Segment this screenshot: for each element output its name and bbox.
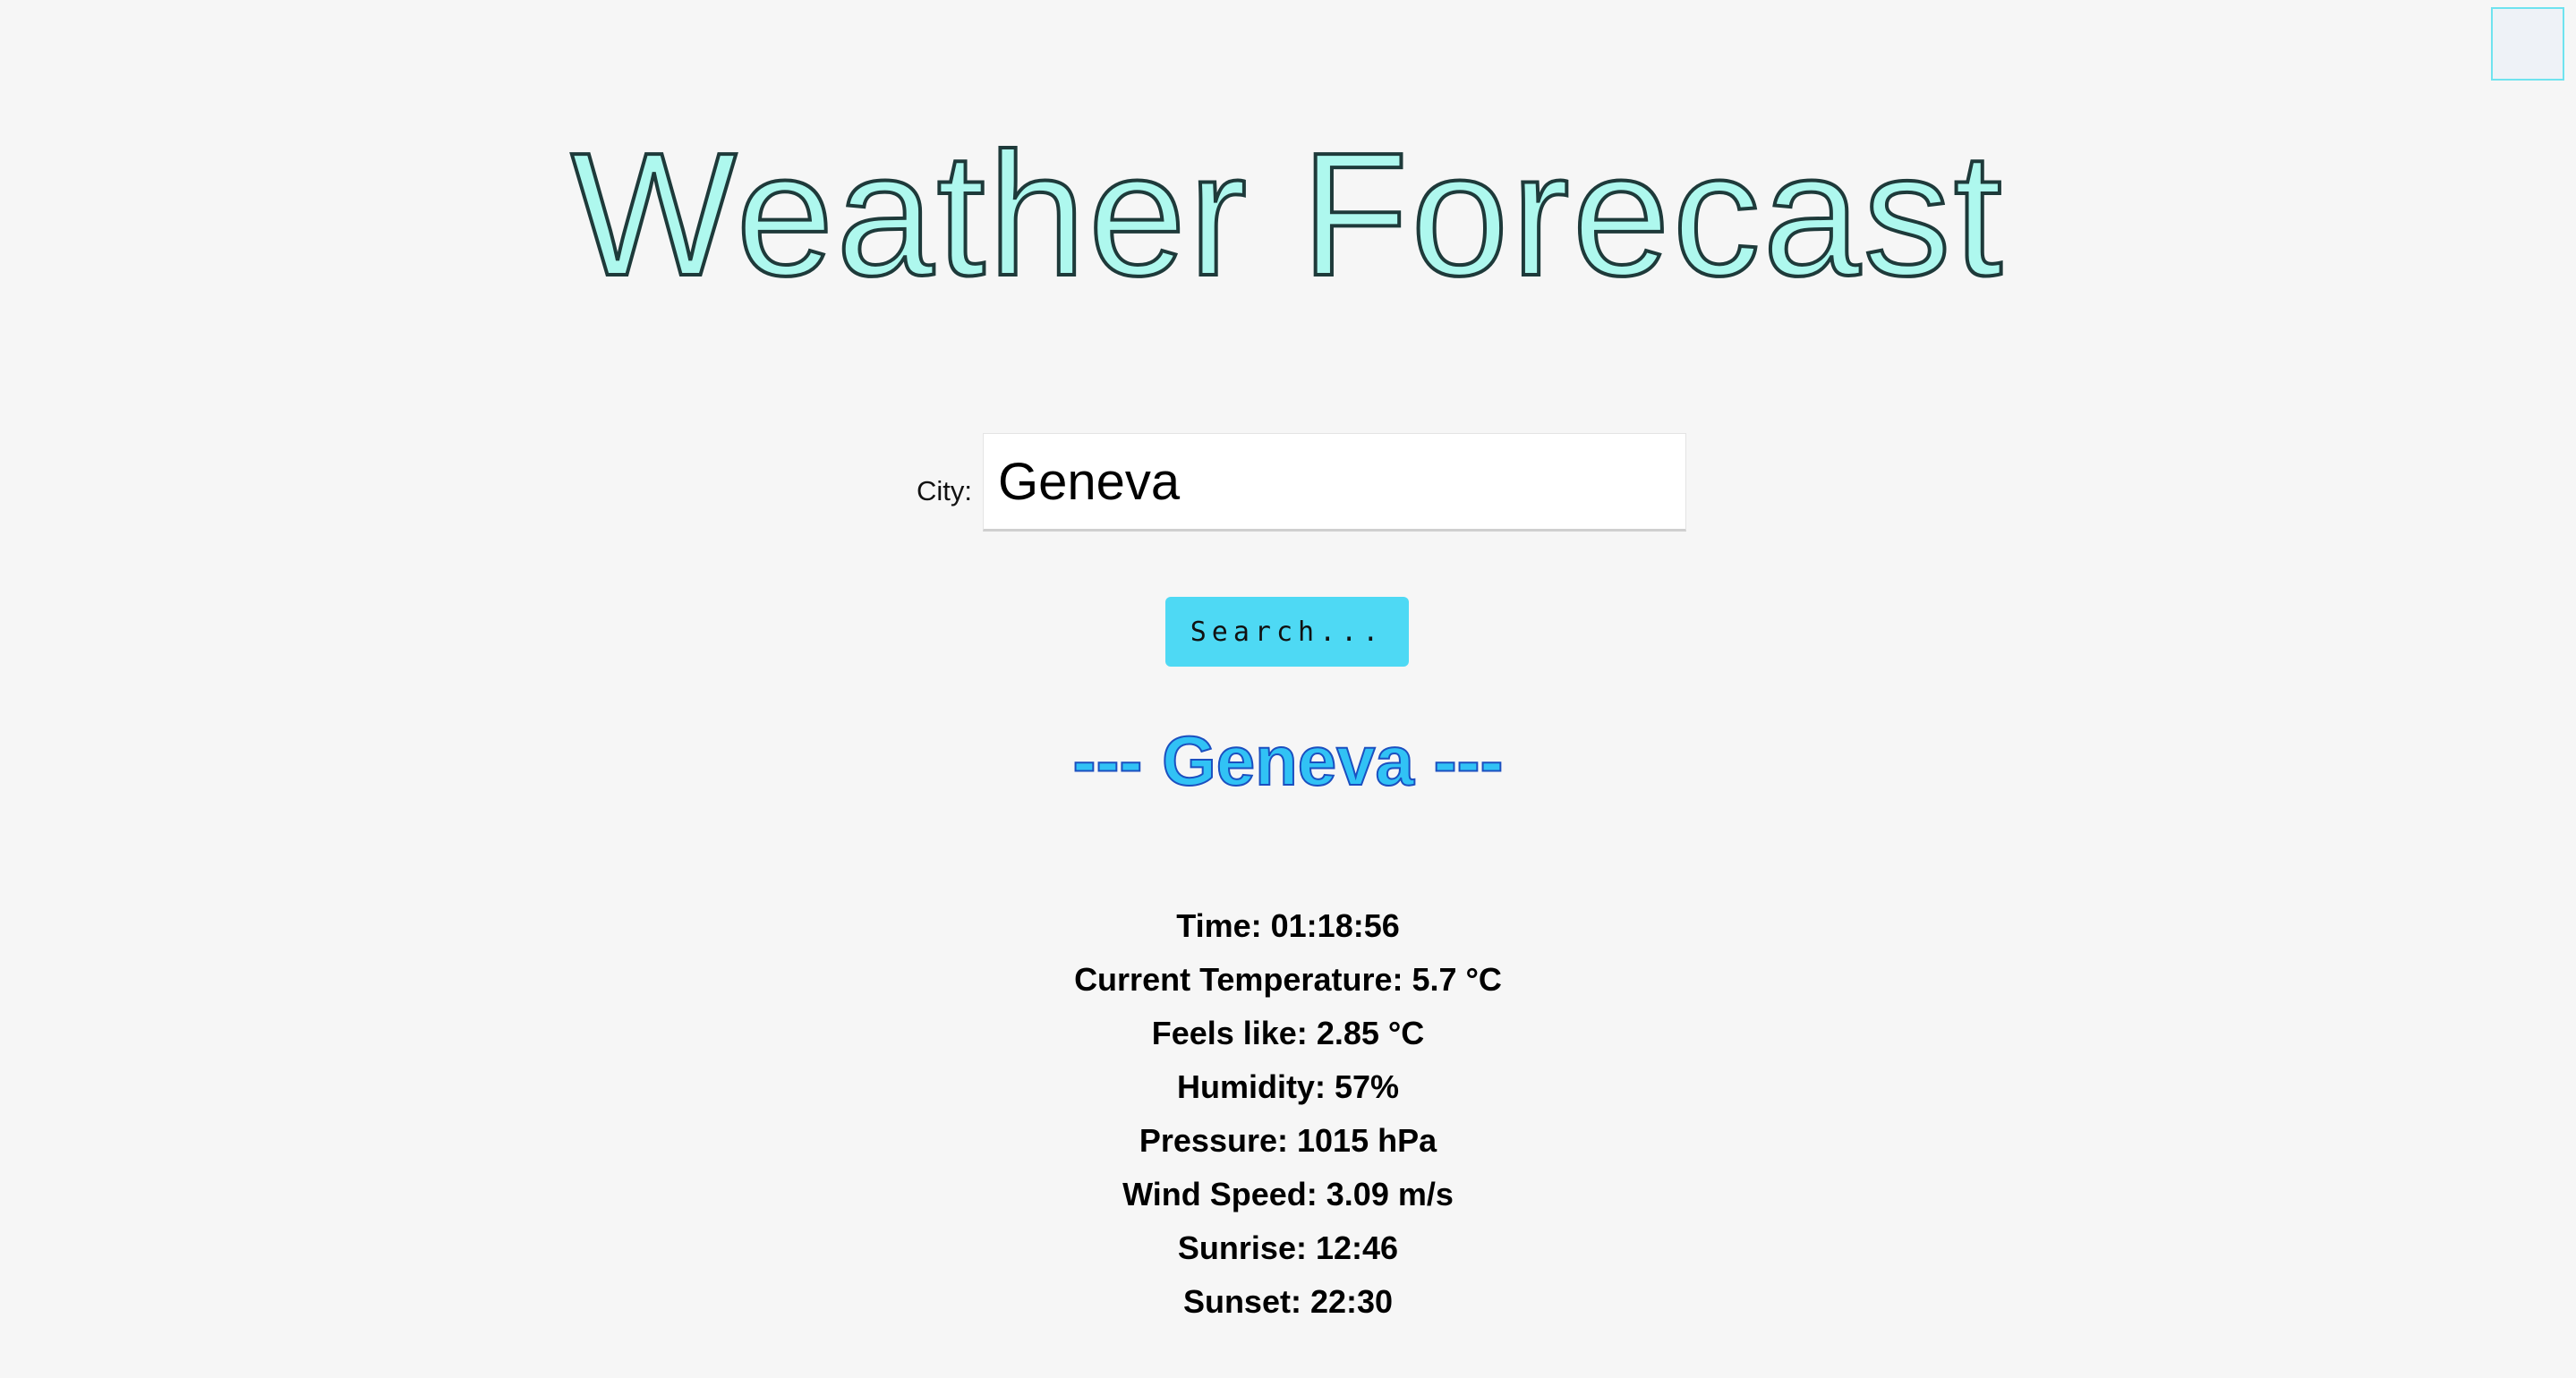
- detail-label: Sunrise:: [1177, 1229, 1307, 1266]
- detail-value: 12:46: [1315, 1229, 1399, 1266]
- city-input[interactable]: [983, 433, 1686, 532]
- detail-label: Wind Speed:: [1122, 1176, 1318, 1212]
- corner-box: [2491, 7, 2564, 81]
- detail-time: Time: 01:18:56: [0, 899, 2576, 953]
- detail-value: 2.85 °C: [1316, 1015, 1425, 1051]
- search-button[interactable]: Search...: [1165, 597, 1409, 667]
- detail-pressure: Pressure: 1015 hPa: [0, 1114, 2576, 1168]
- city-label: City:: [917, 475, 972, 506]
- detail-sunrise: Sunrise: 12:46: [0, 1221, 2576, 1275]
- detail-label: Time:: [1176, 907, 1262, 944]
- detail-label: Humidity:: [1176, 1068, 1326, 1105]
- search-row: City:: [0, 433, 2576, 532]
- page-title: Weather Forecast: [569, 116, 2006, 312]
- detail-value: 3.09 m/s: [1326, 1176, 1454, 1212]
- detail-humidity: Humidity: 57%: [0, 1060, 2576, 1114]
- detail-label: Sunset:: [1182, 1283, 1301, 1320]
- detail-value: 57%: [1334, 1068, 1400, 1105]
- weather-details: Time: 01:18:56 Current Temperature: 5.7 …: [0, 899, 2576, 1329]
- detail-value: 22:30: [1309, 1283, 1394, 1320]
- result-city-heading: --- Geneva ---: [1071, 720, 1504, 801]
- detail-value: 5.7 °C: [1412, 961, 1502, 998]
- detail-label: Current Temperature:: [1074, 961, 1403, 998]
- detail-wind-speed: Wind Speed: 3.09 m/s: [0, 1168, 2576, 1221]
- detail-label: Feels like:: [1151, 1015, 1308, 1051]
- detail-sunset: Sunset: 22:30: [0, 1275, 2576, 1329]
- detail-label: Pressure:: [1139, 1122, 1288, 1159]
- detail-value: 01:18:56: [1270, 907, 1400, 944]
- detail-feels-like: Feels like: 2.85 °C: [0, 1007, 2576, 1060]
- detail-current-temperature: Current Temperature: 5.7 °C: [0, 953, 2576, 1007]
- detail-value: 1015 hPa: [1297, 1122, 1437, 1159]
